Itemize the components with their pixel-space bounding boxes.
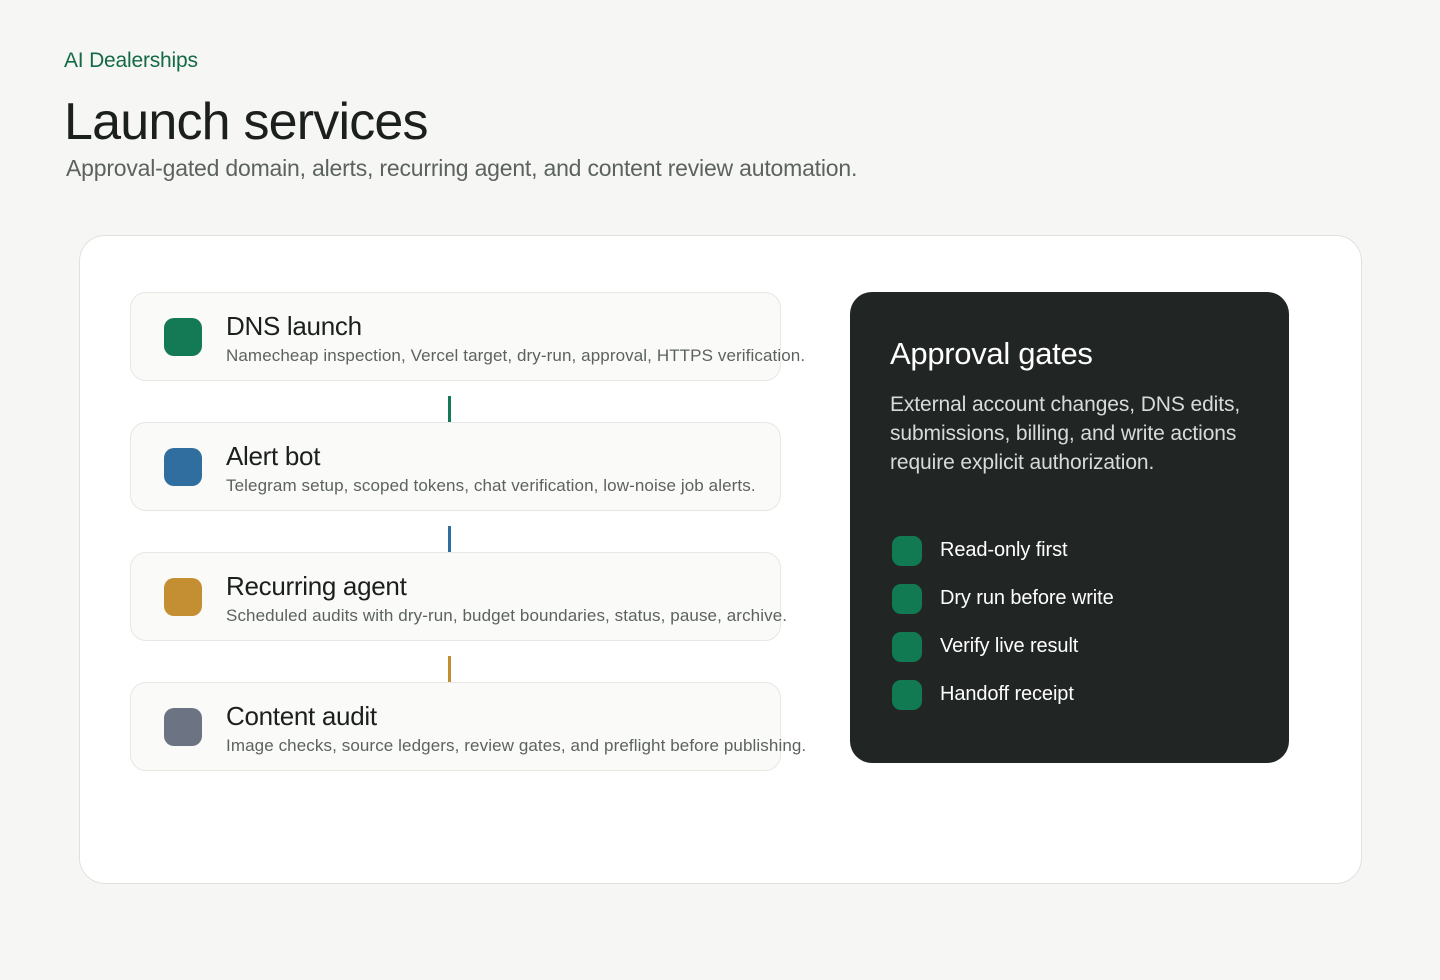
brand-label: AI Dealerships (64, 49, 198, 72)
service-card-alert-bot[interactable]: Alert bot Telegram setup, scoped tokens,… (130, 422, 781, 511)
service-description: Image checks, source ledgers, review gat… (226, 736, 807, 755)
approval-gates-description: External account changes, DNS edits, sub… (890, 393, 1241, 474)
approval-gates-title: Approval gates (890, 336, 1093, 371)
service-description: Scheduled audits with dry-run, budget bo… (226, 606, 788, 625)
approval-gates-panel: Approval gates External account changes,… (850, 292, 1289, 763)
gate-label: Handoff receipt (940, 683, 1074, 705)
service-name: DNS launch (226, 311, 362, 341)
service-description: Telegram setup, scoped tokens, chat veri… (226, 476, 756, 495)
service-name: Content audit (226, 701, 377, 731)
service-status-icon (164, 448, 202, 486)
gate-check-icon (892, 680, 922, 710)
gate-label: Dry run before write (940, 587, 1114, 609)
service-name: Alert bot (226, 441, 321, 471)
service-status-icon (164, 318, 202, 356)
connector-line (448, 396, 451, 422)
page-title: Launch services (64, 93, 429, 151)
service-name: Recurring agent (226, 571, 407, 601)
gate-check-icon (892, 632, 922, 662)
gate-check-icon (892, 584, 922, 614)
connector-line (448, 656, 451, 682)
service-card-dns-launch[interactable]: DNS launch Namecheap inspection, Vercel … (130, 292, 805, 381)
service-status-icon (164, 708, 202, 746)
service-card-recurring-agent[interactable]: Recurring agent Scheduled audits with dr… (130, 552, 787, 641)
service-card-content-audit[interactable]: Content audit Image checks, source ledge… (130, 682, 806, 771)
connector-line (448, 526, 451, 552)
service-description: Namecheap inspection, Vercel target, dry… (226, 346, 806, 365)
gate-check-icon (892, 536, 922, 566)
gate-label: Verify live result (940, 635, 1079, 657)
service-status-icon (164, 578, 202, 616)
gate-label: Read-only first (940, 539, 1068, 561)
page-subtitle: Approval-gated domain, alerts, recurring… (66, 155, 858, 181)
